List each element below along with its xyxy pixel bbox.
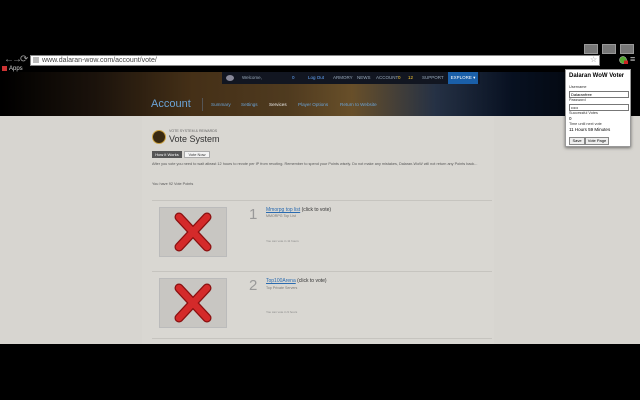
window-controls bbox=[584, 44, 634, 54]
vote-points: You have 92 Vote Points bbox=[152, 182, 194, 186]
vote-site-image[interactable] bbox=[159, 207, 227, 257]
nav-support[interactable]: SUPPORT bbox=[422, 72, 444, 84]
wow-emblem-icon bbox=[152, 130, 166, 144]
site-top-nav: Welcome, 0 Log Out ARMORY NEWS ACCOUNT 0… bbox=[222, 72, 480, 84]
vote-site-title: Mmorpg top list (click to vote) bbox=[266, 207, 331, 213]
error-x-icon bbox=[174, 212, 212, 252]
card-divider bbox=[152, 200, 492, 201]
username-input[interactable]: Dalaranfree bbox=[569, 91, 629, 98]
vote-site-link[interactable]: Mmorpg top list bbox=[266, 207, 300, 213]
nav-news[interactable]: NEWS bbox=[357, 72, 371, 84]
error-x-icon bbox=[174, 283, 212, 323]
badge-count-1: 0 bbox=[398, 75, 401, 80]
vote-site-hint[interactable]: (click to vote) bbox=[297, 278, 326, 284]
close-window-button[interactable] bbox=[620, 44, 634, 54]
minimize-button[interactable] bbox=[584, 44, 598, 54]
tab-summary[interactable]: Summary bbox=[211, 102, 231, 107]
dalaran-extension-icon[interactable] bbox=[618, 56, 628, 64]
successful-votes-value: 0 bbox=[569, 116, 572, 121]
message-count[interactable]: 0 bbox=[292, 72, 295, 84]
tab-return-to-website[interactable]: Return to Website bbox=[340, 102, 377, 107]
section-kicker: VOTE SYSTEM & REWARDS bbox=[169, 129, 218, 133]
site-logo-icon[interactable] bbox=[226, 75, 234, 81]
popup-title: Dalaran WoW Voter bbox=[569, 73, 625, 79]
vote-site-subtitle: Top Private Servers bbox=[266, 286, 298, 290]
maximize-button[interactable] bbox=[602, 44, 616, 54]
vote-page-button[interactable]: Vote Page bbox=[585, 137, 609, 145]
bottom-letterbox bbox=[0, 344, 640, 400]
apps-icon[interactable] bbox=[2, 66, 7, 71]
save-button[interactable]: Save bbox=[569, 137, 585, 145]
vote-site-title: Top100Arena (click to vote) bbox=[266, 278, 327, 284]
next-vote-value: 11 Hours 59 Minutes bbox=[569, 127, 611, 132]
explore-button[interactable]: EXPLORE ▾ bbox=[448, 72, 478, 84]
vote-cooldown: You can vote in 11 hours bbox=[266, 239, 299, 243]
account-title: Account bbox=[151, 98, 191, 110]
vote-site-hint[interactable]: (click to vote) bbox=[302, 207, 331, 213]
page-info-icon[interactable] bbox=[33, 57, 39, 64]
vote-description: After you vote you need to wait atleast … bbox=[152, 162, 478, 166]
title-divider bbox=[202, 98, 203, 111]
voter-popup: Dalaran WoW Voter Username Dalaranfree P… bbox=[565, 69, 631, 147]
vote-now-button[interactable]: Vote Now bbox=[184, 151, 210, 158]
bookmark-star-icon[interactable]: ☆ bbox=[590, 55, 597, 64]
password-input[interactable]: ••••• bbox=[569, 104, 629, 111]
vote-site-number: 2 bbox=[249, 277, 258, 294]
address-bar[interactable]: www.dalaran-wow.com/account/vote/ bbox=[30, 55, 600, 66]
welcome-text: Welcome, bbox=[242, 75, 262, 80]
page-title: Vote System bbox=[169, 134, 220, 144]
vote-cooldown: You can vote in 9 hours bbox=[266, 310, 298, 314]
successful-votes-label: Successful Votes bbox=[569, 111, 598, 115]
logout-link[interactable]: Log Out bbox=[308, 72, 324, 84]
nav-armory[interactable]: ARMORY bbox=[333, 72, 353, 84]
vote-site-link[interactable]: Top100Arena bbox=[266, 278, 296, 284]
card-divider bbox=[152, 271, 492, 272]
badge-count-2: 12 bbox=[408, 75, 414, 80]
vote-site-subtitle: MMORPG Top List bbox=[266, 214, 296, 218]
address-url: www.dalaran-wow.com/account/vote/ bbox=[42, 57, 157, 64]
web-page: Welcome, 0 Log Out ARMORY NEWS ACCOUNT 0… bbox=[0, 72, 640, 344]
password-label: Password bbox=[569, 98, 586, 102]
card-divider bbox=[152, 338, 492, 339]
tab-settings[interactable]: Settings bbox=[241, 102, 258, 107]
username-label: Username bbox=[569, 85, 587, 89]
nav-account[interactable]: ACCOUNT bbox=[376, 72, 398, 84]
tab-player-options[interactable]: Player Options bbox=[298, 102, 328, 107]
vote-site-image[interactable] bbox=[159, 278, 227, 328]
menu-icon[interactable]: ≡ bbox=[630, 54, 635, 64]
tab-services[interactable]: Services bbox=[269, 102, 287, 107]
how-it-works-button[interactable]: How it Works bbox=[152, 151, 182, 158]
browser-tabstrip bbox=[0, 0, 640, 50]
vote-site-number: 1 bbox=[249, 206, 258, 223]
next-vote-label: Time until next vote bbox=[569, 122, 602, 126]
reload-icon[interactable]: ⟳ bbox=[20, 54, 28, 65]
